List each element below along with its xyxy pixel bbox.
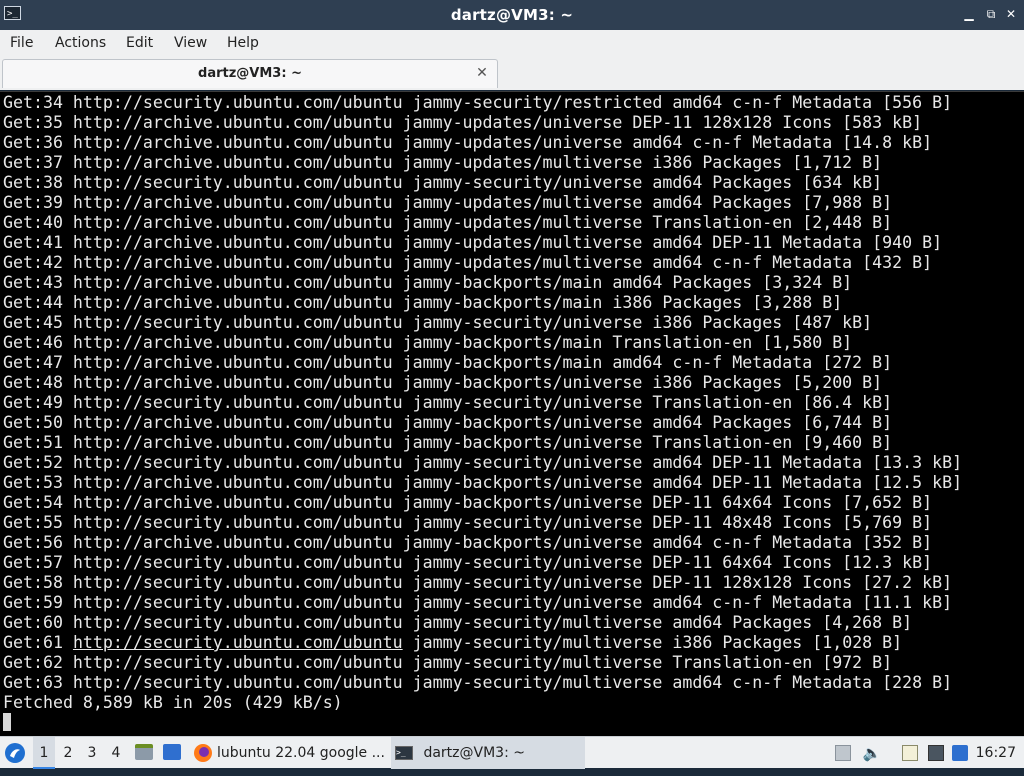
- terminal-line: Get:52 http://security.ubuntu.com/ubuntu…: [3, 453, 963, 472]
- menu-actions[interactable]: Actions: [55, 30, 106, 58]
- terminal-line: Get:43 http://archive.ubuntu.com/ubuntu …: [3, 273, 853, 292]
- task-terminal[interactable]: >_ dartz@VM3: ~: [391, 737, 585, 769]
- volume-icon[interactable]: 🔈: [862, 737, 882, 769]
- show-desktop-icon[interactable]: [163, 744, 181, 760]
- terminal-line: Get:59 http://security.ubuntu.com/ubuntu…: [3, 593, 953, 612]
- restore-icon[interactable]: ⧉: [984, 7, 998, 21]
- terminal-line: Get:63 http://security.ubuntu.com/ubuntu…: [3, 673, 953, 692]
- terminal-output[interactable]: Get:34 http://security.ubuntu.com/ubuntu…: [0, 91, 1024, 736]
- prompt-line[interactable]: [3, 713, 1024, 733]
- terminal-line: Get:50 http://archive.ubuntu.com/ubuntu …: [3, 413, 893, 432]
- terminal-line: Get:60 http://security.ubuntu.com/ubuntu…: [3, 613, 913, 632]
- menu-view[interactable]: View: [174, 30, 207, 58]
- clipboard-icon[interactable]: [902, 745, 918, 761]
- terminal-line: Get:45 http://security.ubuntu.com/ubuntu…: [3, 313, 873, 332]
- desktop-3[interactable]: 3: [81, 737, 103, 769]
- menu-help[interactable]: Help: [227, 30, 259, 58]
- terminal-line: Get:61 http://security.ubuntu.com/ubuntu…: [3, 633, 1024, 653]
- task-firefox[interactable]: lubuntu 22.04 google ...: [213, 737, 387, 769]
- terminal-line: Get:47 http://archive.ubuntu.com/ubuntu …: [3, 353, 893, 372]
- desktop-1[interactable]: 1: [33, 737, 55, 769]
- terminal-line: Get:62 http://security.ubuntu.com/ubuntu…: [3, 653, 893, 672]
- menu-bar: File Actions Edit View Help: [0, 30, 1024, 59]
- terminal-line: Get:44 http://archive.ubuntu.com/ubuntu …: [3, 293, 843, 312]
- terminal-line: Get:36 http://archive.ubuntu.com/ubuntu …: [3, 133, 933, 152]
- terminal-line: Get:37 http://archive.ubuntu.com/ubuntu …: [3, 153, 883, 172]
- terminal-line: Get:41 http://archive.ubuntu.com/ubuntu …: [3, 233, 943, 252]
- taskbar: 1 2 3 4 lubuntu 22.04 google ... >_ dart…: [0, 736, 1024, 769]
- update-notifier-icon[interactable]: [952, 745, 968, 761]
- task-terminal-label: dartz@VM3: ~: [423, 745, 525, 761]
- terminal-text: Get:61: [3, 633, 73, 652]
- terminal-text: jammy-security/multiverse i386 Packages …: [402, 633, 903, 652]
- terminal-line: Get:53 http://archive.ubuntu.com/ubuntu …: [3, 473, 963, 492]
- firefox-icon[interactable]: [193, 737, 215, 769]
- terminal-line: Get:35 http://archive.ubuntu.com/ubuntu …: [3, 113, 923, 132]
- lubuntu-menu-icon[interactable]: [4, 737, 28, 769]
- terminal-line: Get:48 http://archive.ubuntu.com/ubuntu …: [3, 373, 883, 392]
- terminal-line: Get:42 http://archive.ubuntu.com/ubuntu …: [3, 253, 933, 272]
- terminal-line: Get:40 http://archive.ubuntu.com/ubuntu …: [3, 213, 893, 232]
- window-title: dartz@VM3: ~: [450, 6, 574, 24]
- terminal-line: Get:55 http://security.ubuntu.com/ubuntu…: [3, 513, 933, 532]
- terminal-line: Get:39 http://archive.ubuntu.com/ubuntu …: [3, 193, 893, 212]
- terminal-icon: >_: [395, 746, 413, 760]
- terminal-line: Get:34 http://security.ubuntu.com/ubuntu…: [3, 93, 953, 112]
- network-icon[interactable]: [928, 745, 944, 761]
- tab-terminal[interactable]: dartz@VM3: ~ ✕: [2, 59, 498, 88]
- clock[interactable]: 16:27: [976, 737, 1016, 769]
- minimize-icon[interactable]: ▁: [962, 7, 976, 21]
- terminal-line: Get:38 http://security.ubuntu.com/ubuntu…: [3, 173, 883, 192]
- task-firefox-label: lubuntu 22.04 google ...: [217, 745, 385, 761]
- text-cursor: [3, 713, 11, 731]
- desktop-4[interactable]: 4: [105, 737, 127, 769]
- terminal-line: Get:56 http://archive.ubuntu.com/ubuntu …: [3, 533, 933, 552]
- tab-close-icon[interactable]: ✕: [475, 66, 489, 80]
- removable-media-icon[interactable]: [835, 745, 851, 761]
- terminal-line: Get:51 http://archive.ubuntu.com/ubuntu …: [3, 433, 893, 452]
- window-titlebar[interactable]: >_ dartz@VM3: ~ ▁ ⧉ ✕: [0, 0, 1024, 30]
- terminal-line: Get:46 http://archive.ubuntu.com/ubuntu …: [3, 333, 853, 352]
- tab-bar: dartz@VM3: ~ ✕: [0, 58, 1024, 90]
- terminal-line: Get:49 http://security.ubuntu.com/ubuntu…: [3, 393, 893, 412]
- desktop-2[interactable]: 2: [57, 737, 79, 769]
- file-manager-icon[interactable]: [135, 744, 153, 760]
- terminal-line: Fetched 8,589 kB in 20s (429 kB/s): [3, 693, 343, 712]
- close-icon[interactable]: ✕: [1004, 7, 1018, 21]
- menu-edit[interactable]: Edit: [126, 30, 153, 58]
- hovered-url-link[interactable]: http://security.ubuntu.com/ubuntu: [73, 633, 403, 652]
- terminal-line: Get:57 http://security.ubuntu.com/ubuntu…: [3, 553, 933, 572]
- terminal-line: Get:58 http://security.ubuntu.com/ubuntu…: [3, 573, 953, 592]
- terminal-line: Get:54 http://archive.ubuntu.com/ubuntu …: [3, 493, 933, 512]
- menu-file[interactable]: File: [10, 30, 33, 58]
- tab-label: dartz@VM3: ~: [198, 66, 302, 81]
